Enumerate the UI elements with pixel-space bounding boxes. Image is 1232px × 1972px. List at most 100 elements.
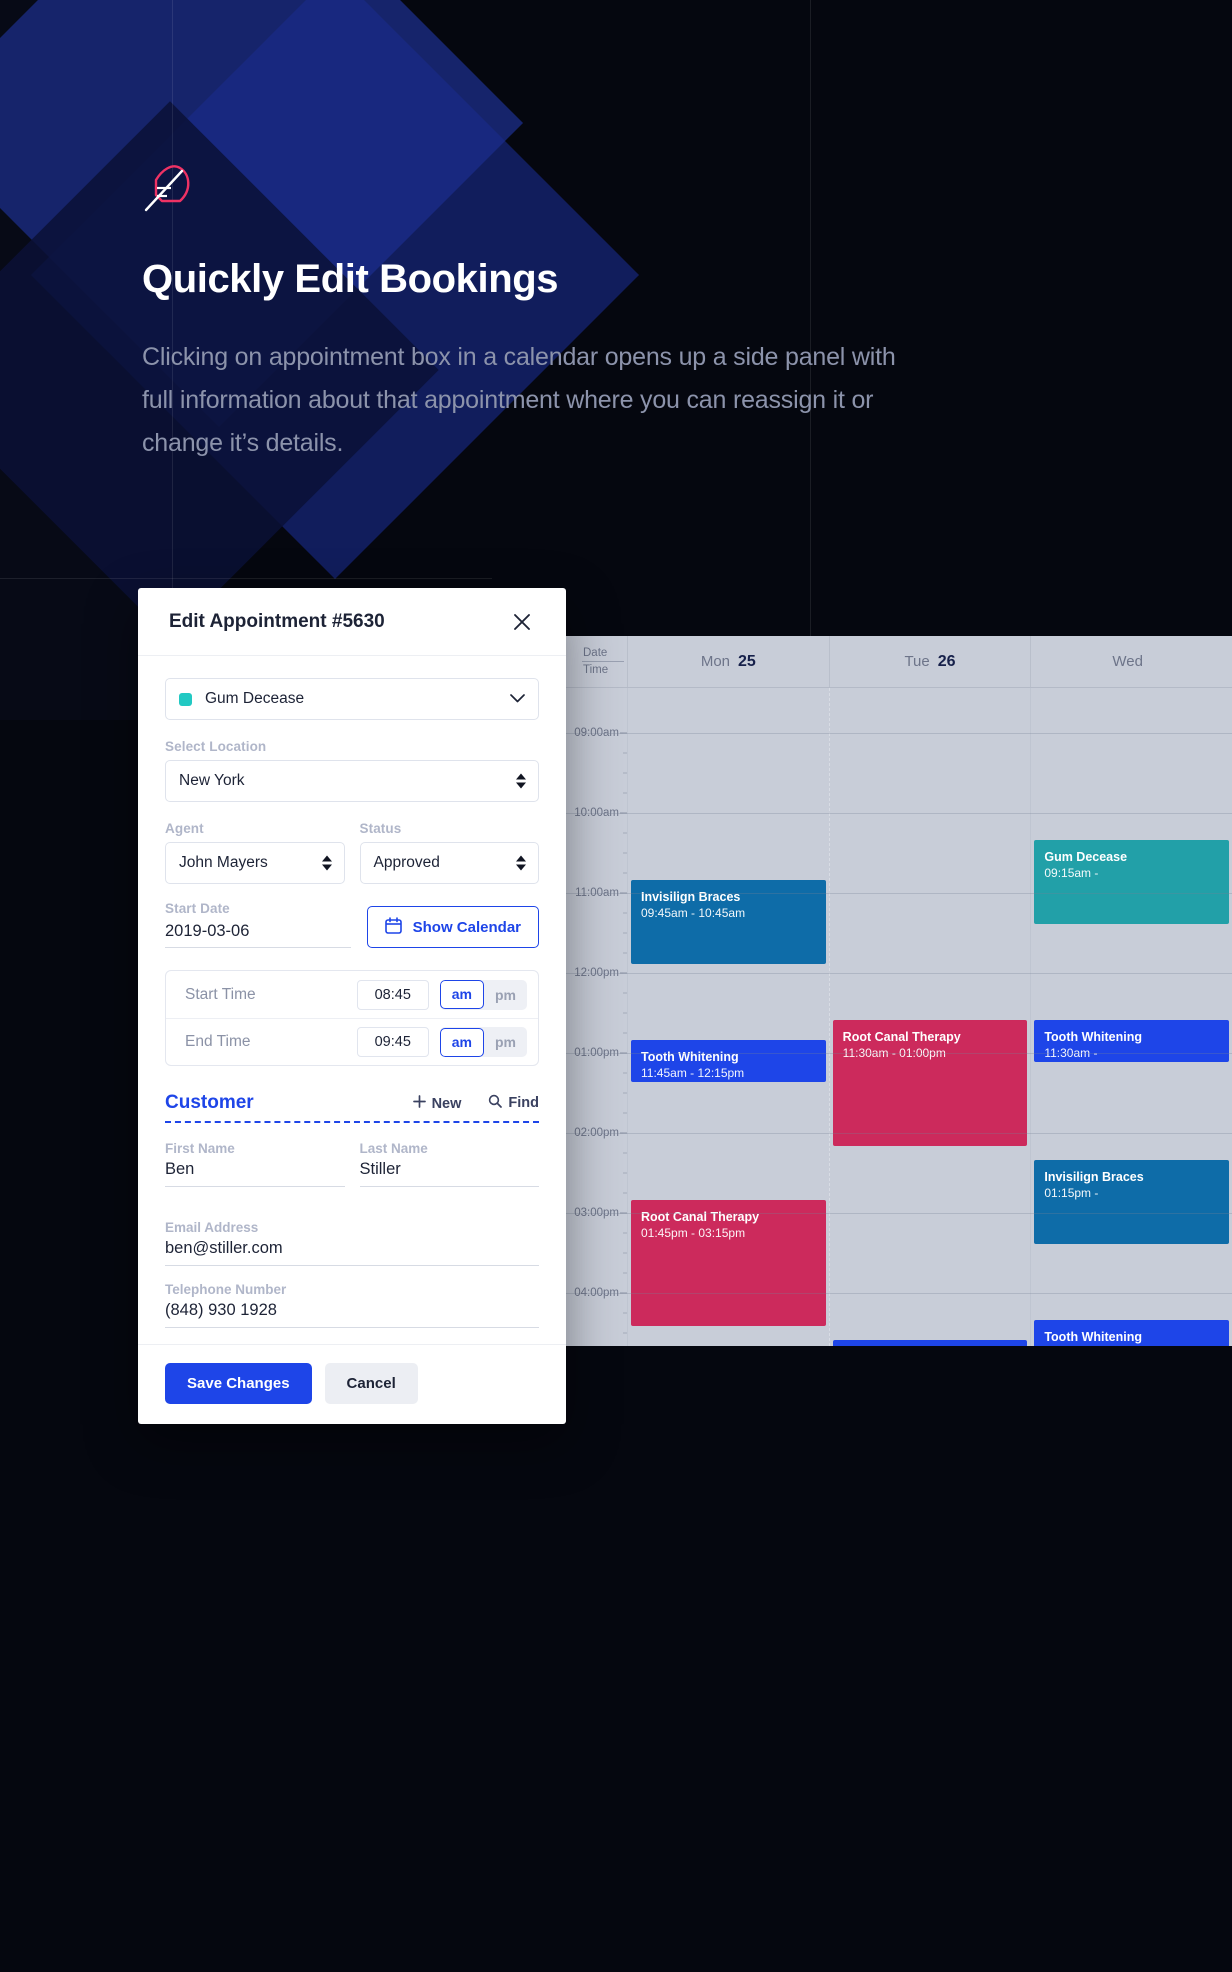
appointment-title: Tooth Whitening xyxy=(641,1050,739,1064)
appointment-time: 01:15pm - xyxy=(1044,1186,1099,1200)
customer-find-button[interactable]: Find xyxy=(488,1094,539,1112)
start-time-pm[interactable]: pm xyxy=(484,980,527,1010)
agent-select[interactable]: John Mayers xyxy=(165,842,345,884)
end-time-label: End Time xyxy=(185,1033,251,1050)
start-date-input[interactable]: 2019-03-06 xyxy=(165,922,351,948)
stepper-icon xyxy=(516,855,526,871)
customer-find-label: Find xyxy=(508,1095,539,1111)
guide-line-horizontal-left xyxy=(0,578,492,579)
customer-section-title: Customer xyxy=(165,1092,254,1113)
email-input[interactable]: ben@stiller.com xyxy=(165,1239,539,1266)
modal-header: Edit Appointment #5630 xyxy=(138,588,566,656)
plus-icon xyxy=(412,1095,426,1112)
calendar-header: Date Time Mon 25 Tue 26 Wed xyxy=(565,636,1232,688)
calendar-time-gutter: 09:00am 10:00am 11:00am 12:00pm 01:00pm 02:00… xyxy=(565,688,627,1346)
location-field: Select Location New York xyxy=(165,739,539,802)
day-number: 26 xyxy=(937,652,956,670)
status-select[interactable]: Approved xyxy=(359,842,539,884)
calendar-day-header[interactable]: Tue 26 xyxy=(828,636,1031,687)
customer-new-label: New xyxy=(431,1095,462,1112)
appointment-title: Invisilign Braces xyxy=(1044,1170,1144,1184)
calendar-day-header[interactable]: Wed xyxy=(1030,636,1232,687)
start-date-label: Start Date xyxy=(165,901,230,916)
appointment-time: 01:45pm - 03:15pm xyxy=(641,1226,746,1240)
appointment-block[interactable]: Tooth Whitening03:30pm - 04:00pm xyxy=(832,1340,1028,1346)
appointment-time: 03:15pm - xyxy=(1044,1345,1219,1346)
start-date-field: Start Date 2019-03-06 xyxy=(165,901,351,948)
end-time-row: End Time 09:45 am pm xyxy=(166,1018,538,1065)
calendar-hour-line xyxy=(565,733,1232,734)
page-title: Quickly Edit Bookings xyxy=(142,257,559,301)
show-calendar-label: Show Calendar xyxy=(412,918,521,936)
appointment-time: 11:45am - 12:15pm xyxy=(641,1066,745,1080)
name-row: First Name Ben Last Name Stiller xyxy=(165,1141,539,1203)
modal-title: Edit Appointment #5630 xyxy=(169,610,385,632)
start-time-ampm-toggle[interactable]: am pm xyxy=(439,979,527,1010)
service-color-swatch xyxy=(179,692,192,706)
appointment-block[interactable]: Invisilign Braces 01:15pm - xyxy=(1034,1160,1230,1244)
calendar-hour-line xyxy=(565,973,1232,974)
service-select[interactable]: Gum Decease xyxy=(165,678,539,720)
customer-new-button[interactable]: New xyxy=(412,1095,462,1112)
last-name-field: Last Name Stiller xyxy=(359,1141,539,1187)
agent-value: John Mayers xyxy=(179,854,268,871)
start-time-row: Start Time 08:45 am pm xyxy=(166,971,538,1018)
stepper-icon xyxy=(321,855,332,871)
appointment-title: Gum Decease xyxy=(1044,850,1128,864)
chevron-down-icon xyxy=(510,690,525,708)
end-time-pm[interactable]: pm xyxy=(484,1027,527,1057)
appointment-time: 09:45am - 10:45am xyxy=(641,906,746,920)
email-label: Email Address xyxy=(165,1220,259,1235)
stepper-icon xyxy=(516,773,526,789)
appointment-title: Root Canal Therapy xyxy=(842,1030,961,1044)
search-icon xyxy=(488,1094,503,1112)
calendar-column-mon[interactable]: Invisilign Braces 09:45am - 10:45am Tooth … xyxy=(627,688,829,1346)
cancel-button[interactable]: Cancel xyxy=(324,1363,418,1404)
close-icon[interactable] xyxy=(509,609,535,635)
first-name-input[interactable]: Ben xyxy=(165,1160,345,1187)
customer-header: Customer New Find xyxy=(165,1092,539,1114)
end-time-ampm-toggle[interactable]: am pm xyxy=(439,1027,527,1057)
appointment-block[interactable]: Root Canal Therapy 01:45pm - 03:15pm xyxy=(631,1200,826,1326)
appointment-block[interactable]: Root Canal Therapy 11:30am - 01:00pm xyxy=(832,1020,1028,1146)
status-label: Status xyxy=(359,821,402,836)
phone-input[interactable]: (848) 930 1928 xyxy=(165,1301,539,1328)
modal-footer: Save Changes Cancel xyxy=(138,1344,566,1424)
phone-field: Telephone Number (848) 930 1928 xyxy=(165,1282,539,1328)
calendar-column-tue[interactable]: Root Canal Therapy11:30am - 01:00pm Tooth… xyxy=(828,688,1031,1346)
edit-appointment-modal[interactable]: Edit Appointment #5630 Gum Decease Selec… xyxy=(138,588,566,1424)
appointment-block[interactable]: Gum Decease 09:15am - xyxy=(1034,840,1230,924)
calendar-column-wed[interactable]: Gum Decease 09:15am - Tooth Whitening 11:3… xyxy=(1030,688,1232,1346)
save-changes-button[interactable]: Save Changes xyxy=(165,1363,312,1404)
status-field: Status Approved xyxy=(359,821,539,884)
agent-field: Agent John Mayers xyxy=(165,821,345,884)
agent-status-row: Agent John Mayers Status Approved xyxy=(165,821,539,884)
appointment-block[interactable]: Tooth Whitening 11:45am - 12:15pm xyxy=(631,1040,826,1082)
show-calendar-button[interactable]: Show Calendar xyxy=(366,906,539,948)
appointment-title: Root Canal Therapy xyxy=(641,1210,760,1224)
appointment-title: Invisilign Braces xyxy=(641,890,741,904)
modal-body: Gum Decease Select Location New York Age… xyxy=(138,656,566,1328)
calendar-grid[interactable]: 09:00am 10:00am 11:00am 12:00pm 01:00pm 02:00… xyxy=(565,688,1232,1346)
end-time-input[interactable]: 09:45 xyxy=(356,1027,429,1057)
calendar-hour-line xyxy=(565,813,1232,814)
calendar-day-header[interactable]: Mon 25 xyxy=(627,636,829,687)
calendar-hour-line xyxy=(565,1133,1232,1134)
day-number: 25 xyxy=(738,652,756,670)
calendar-hour-line xyxy=(565,1213,1232,1214)
calendar-hour-line xyxy=(565,1293,1232,1294)
start-time-label: Start Time xyxy=(185,985,256,1003)
feather-icon xyxy=(144,165,190,212)
page-root: Quickly Edit Bookings Clicking on appoin… xyxy=(0,0,1232,1972)
appointment-block[interactable]: Tooth Whitening03:15pm - xyxy=(1034,1320,1230,1346)
calendar-icon xyxy=(384,916,402,938)
calendar-panel[interactable]: Date Time Mon 25 Tue 26 Wed 09:00am 10:00… xyxy=(565,636,1232,1346)
last-name-input[interactable]: Stiller xyxy=(359,1160,539,1187)
appointment-block[interactable]: Tooth Whitening 11:30am - xyxy=(1034,1020,1230,1062)
start-time-input[interactable]: 08:45 xyxy=(356,979,429,1010)
customer-divider xyxy=(165,1121,539,1123)
end-time-am[interactable]: am xyxy=(439,1027,484,1057)
start-time-am[interactable]: am xyxy=(439,980,484,1009)
location-select[interactable]: New York xyxy=(165,760,539,802)
first-name-label: First Name xyxy=(165,1141,235,1156)
